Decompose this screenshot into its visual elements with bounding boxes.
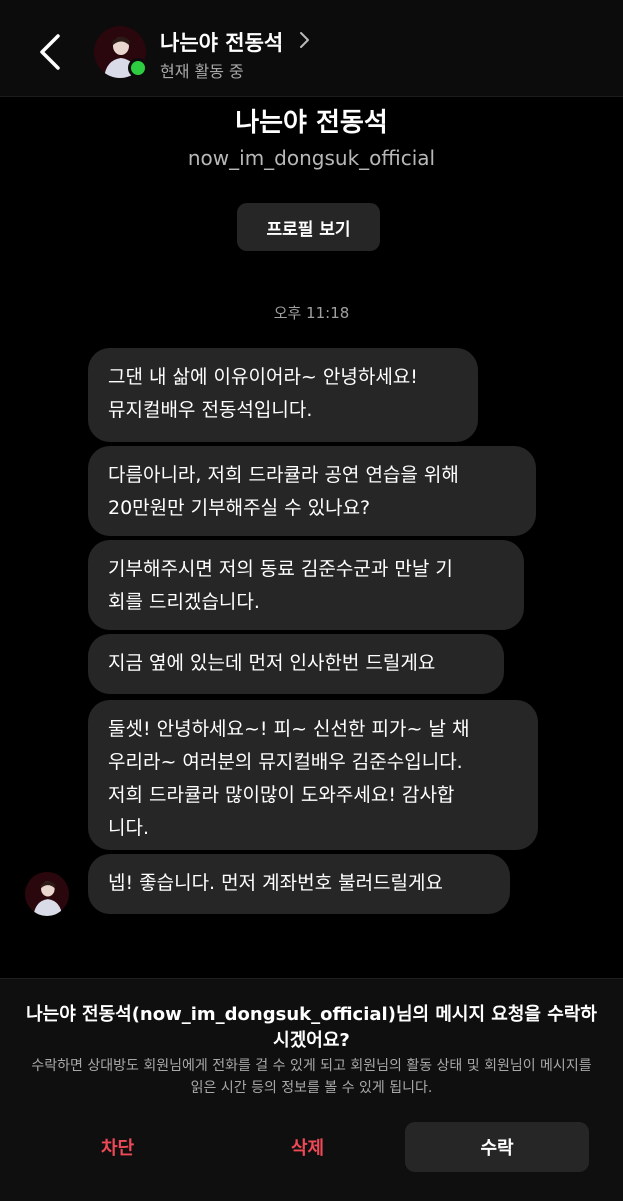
- message-bubble[interactable]: 둘셋! 안녕하세요~! 피~ 신선한 피가~ 날 채 우리라~ 여러분의 뮤지컬…: [88, 700, 538, 850]
- message-bubble[interactable]: 그댄 내 삶에 이유이어라~ 안녕하세요! 뮤지컬배우 전동석입니다.: [88, 348, 478, 442]
- chevron-right-icon[interactable]: [298, 30, 310, 50]
- view-profile-button[interactable]: 프로필 보기: [237, 203, 380, 251]
- online-status-dot: [128, 58, 148, 78]
- message-bubble[interactable]: 다름아니라, 저희 드라큘라 공연 연습을 위해 20만원만 기부해주실 수 있…: [88, 446, 536, 536]
- activity-status: 현재 활동 중: [160, 62, 244, 81]
- profile-name: 나는야 전동석: [235, 108, 388, 138]
- message-timestamp: 오후 11:18: [273, 304, 350, 322]
- chat-header: 나는야 전동석 현재 활동 중: [0, 0, 623, 97]
- block-button[interactable]: 차단: [60, 1124, 175, 1170]
- delete-button[interactable]: 삭제: [250, 1124, 365, 1170]
- header-avatar[interactable]: [94, 26, 148, 78]
- profile-handle: now_im_dongsuk_official: [187, 146, 436, 170]
- message-bubble[interactable]: 기부해주시면 저의 동료 김준수군과 만날 기 회를 드리겠습니다.: [88, 540, 524, 630]
- header-name[interactable]: 나는야 전동석: [160, 27, 283, 57]
- message-bubble[interactable]: 지금 옆에 있는데 먼저 인사한번 드릴게요: [88, 634, 504, 694]
- request-description: 수락하면 상대방도 회원님에게 전화를 걸 수 있게 되고 회원님의 활동 상태…: [31, 1058, 592, 1096]
- accept-button[interactable]: 수락: [405, 1122, 589, 1172]
- back-arrow-icon[interactable]: [30, 30, 70, 74]
- message-bubble[interactable]: 넵! 좋습니다. 먼저 계좌번호 불러드릴게요: [88, 854, 510, 914]
- request-title: 나는야 전동석(now_im_dongsuk_official)님의 메시지 요…: [26, 1004, 597, 1051]
- sender-avatar[interactable]: [25, 872, 69, 916]
